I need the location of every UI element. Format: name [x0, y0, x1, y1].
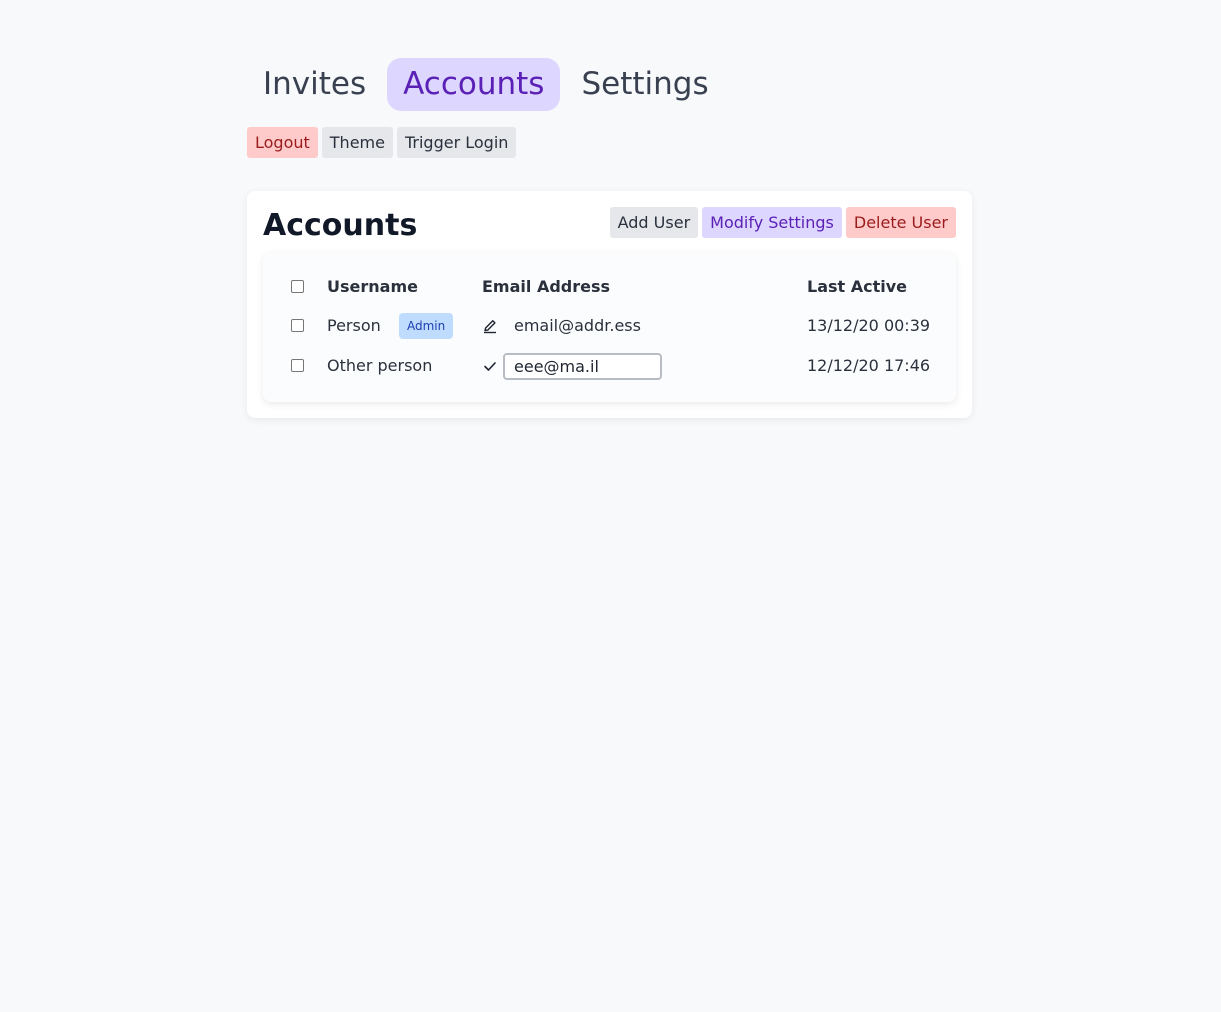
accounts-card-header: Accounts Add User Modify Settings Delete…	[263, 207, 956, 253]
action-bar: Logout Theme Trigger Login	[247, 127, 972, 158]
username-cell: Person	[327, 316, 381, 335]
last-active-cell: 12/12/20 17:46	[807, 356, 931, 375]
username-cell: Other person	[327, 356, 433, 375]
logout-button[interactable]: Logout	[247, 127, 318, 158]
accounts-card: Accounts Add User Modify Settings Delete…	[247, 191, 972, 418]
email-cell: email@addr.ess	[514, 316, 641, 335]
table-header-row: Username Email Address Last Active	[263, 271, 956, 303]
tab-invites[interactable]: Invites	[247, 58, 382, 111]
admin-badge: Admin	[399, 313, 454, 339]
accounts-toolbar: Add User Modify Settings Delete User	[609, 207, 956, 238]
table-row: Person Admin email@addr.ess 13/12/20 00:…	[263, 310, 956, 342]
last-active-cell: 13/12/20 00:39	[807, 316, 931, 335]
check-icon[interactable]	[482, 358, 498, 374]
trigger-login-button[interactable]: Trigger Login	[396, 127, 517, 158]
column-header-last-active: Last Active	[807, 277, 908, 296]
modify-settings-button[interactable]: Modify Settings	[702, 207, 842, 238]
tab-accounts[interactable]: Accounts	[387, 58, 561, 111]
add-user-button[interactable]: Add User	[609, 207, 699, 238]
select-all-checkbox[interactable]	[291, 280, 304, 293]
tab-settings[interactable]: Settings	[565, 58, 724, 111]
column-header-username: Username	[327, 277, 418, 296]
row-checkbox[interactable]	[291, 359, 304, 372]
email-edit-input[interactable]	[503, 353, 662, 380]
delete-user-button[interactable]: Delete User	[845, 207, 956, 238]
accounts-table: Username Email Address Last Active Perso…	[263, 253, 956, 402]
column-header-email: Email Address	[482, 277, 611, 296]
accounts-title: Accounts	[263, 208, 418, 243]
row-checkbox[interactable]	[291, 319, 304, 332]
table-row: Other person 12/12/20 17:46	[263, 350, 956, 382]
top-tabs: Invites Accounts Settings	[247, 58, 972, 111]
page: Invites Accounts Settings Logout Theme T…	[247, 58, 972, 418]
theme-button[interactable]: Theme	[321, 127, 393, 158]
edit-icon[interactable]	[482, 318, 498, 334]
